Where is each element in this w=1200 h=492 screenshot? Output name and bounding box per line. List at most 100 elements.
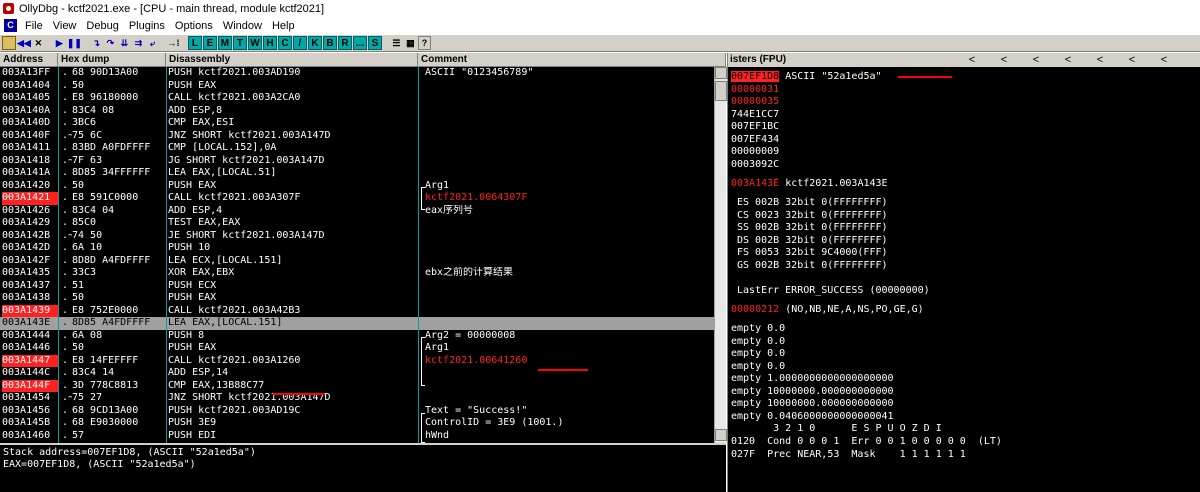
trace-into-icon[interactable]: ⇊ bbox=[118, 36, 131, 50]
menu-file[interactable]: File bbox=[21, 20, 49, 32]
disassembly-row[interactable]: 003A1429. 85C0 TEST EAX,EAX bbox=[0, 217, 714, 230]
register-edx[interactable]: 00000035 bbox=[731, 96, 779, 109]
fpu-control-word[interactable]: 027F Prec NEAR,53 Mask 1 1 1 1 1 1 bbox=[731, 449, 966, 462]
disassembly-row[interactable]: 003A1437. 51 PUSH ECX bbox=[0, 280, 714, 293]
register-ecx[interactable]: 00000031 bbox=[731, 84, 779, 97]
disassembly-row[interactable]: 003A140A. 83C4 08 ADD ESP,8 bbox=[0, 105, 714, 118]
restart-icon[interactable]: ◀◀ bbox=[17, 36, 31, 50]
menu-help[interactable]: Help bbox=[268, 20, 301, 32]
toolbar-handles-button[interactable]: H bbox=[262, 36, 277, 50]
step-into-icon[interactable]: ↴ bbox=[90, 36, 103, 50]
close-icon[interactable]: ✕ bbox=[32, 36, 45, 50]
disassembly-row[interactable]: 003A1446. 50 PUSH EAX Arg1 bbox=[0, 342, 714, 355]
fpu-register[interactable]: empty 0.0 bbox=[731, 361, 785, 374]
disassembly-scrollbar[interactable] bbox=[714, 67, 727, 443]
fpu-register[interactable]: empty 10000000.000000000000 bbox=[731, 386, 894, 399]
disassembly-row[interactable]: 003A142D. 6A 10 PUSH 10 bbox=[0, 242, 714, 255]
nav-arrow[interactable]: < bbox=[1148, 53, 1180, 67]
register-esp[interactable]: 007EF1BC bbox=[731, 121, 779, 134]
column-header-disassembly[interactable]: Disassembly bbox=[166, 53, 418, 67]
register-efl[interactable]: 00000212 (NO,NB,NE,A,NS,PO,GE,G) bbox=[731, 304, 924, 317]
pause-icon[interactable]: ❚❚ bbox=[67, 36, 82, 50]
fpu-register[interactable]: empty 1.0000000000000000000 bbox=[731, 373, 894, 386]
register-eip[interactable]: 003A143E kctf2021.003A143E bbox=[731, 178, 888, 191]
disassembly-row[interactable]: 003A141A. 8D85 34FFFFFF LEA EAX,[LOCAL.51] bbox=[0, 167, 714, 180]
disassembly-row[interactable]: 003A13FF. 68 90D13A00 PUSH kctf2021.003AD1… bbox=[0, 67, 714, 80]
scroll-thumb[interactable] bbox=[715, 81, 727, 101]
disassembly-row[interactable]: 003A1460. 57 PUSH EDI hWnd bbox=[0, 430, 714, 443]
disassembly-row[interactable]: 003A1426. 83C4 04 ADD ESP,4 eax序列号 bbox=[0, 205, 714, 218]
register-nav-arrows[interactable]: < < < < < < << bbox=[956, 53, 1200, 81]
segment-register[interactable]: SS 002B 32bit 0(FFFFFFFF) bbox=[737, 222, 888, 235]
register-ebx[interactable]: 744E1CC7 bbox=[731, 109, 779, 122]
disassembly-row[interactable]: 003A144C. 83C4 14 ADD ESP,14 bbox=[0, 367, 714, 380]
grid-icon[interactable]: ▦ bbox=[404, 36, 417, 50]
fpu-register[interactable]: empty 0.0 bbox=[731, 348, 785, 361]
last-error[interactable]: LastErr ERROR_SUCCESS (00000000) bbox=[737, 285, 930, 298]
scroll-up-arrow[interactable] bbox=[715, 67, 727, 79]
nav-arrow[interactable]: < bbox=[956, 67, 988, 81]
disassembly-row[interactable]: 003A1420. 50 PUSH EAX Arg1 bbox=[0, 180, 714, 193]
disassembly-row[interactable]: 003A1404. 50 PUSH EAX bbox=[0, 80, 714, 93]
nav-arrow[interactable]: < bbox=[988, 53, 1020, 67]
open-icon[interactable] bbox=[2, 36, 16, 50]
run-icon[interactable]: ▶ bbox=[53, 36, 66, 50]
column-header-hex-dump[interactable]: Hex dump bbox=[58, 53, 166, 67]
register-esi[interactable]: 00000009 bbox=[731, 146, 779, 159]
menu-window[interactable]: Window bbox=[219, 20, 268, 32]
toolbar-log-button[interactable]: L bbox=[187, 36, 202, 50]
menu-plugins[interactable]: Plugins bbox=[125, 20, 171, 32]
help-icon[interactable]: ? bbox=[417, 36, 431, 50]
nav-arrow[interactable]: < bbox=[1116, 53, 1148, 67]
column-header-address[interactable]: Address bbox=[0, 53, 58, 67]
fpu-register[interactable]: empty 0.0 bbox=[731, 336, 785, 349]
toolbar-windows-button[interactable]: W bbox=[247, 36, 262, 50]
disassembly-row[interactable]: 003A1435. 33C3 XOR EAX,EBX ebx之前的计算结果 bbox=[0, 267, 714, 280]
disassembly-row[interactable]: 003A1421. E8 591C0000 CALL kctf2021.003A30… bbox=[0, 192, 714, 205]
goto-icon[interactable]: →⁞ bbox=[167, 36, 180, 50]
register-ebp[interactable]: 007EF434 bbox=[731, 134, 779, 147]
disassembly-pane[interactable]: Address Hex dump Disassembly Comment 003… bbox=[0, 53, 727, 443]
toolbar-threads-button[interactable]: T bbox=[232, 36, 247, 50]
disassembly-row[interactable]: 003A1405. E8 96180000 CALL kctf2021.003A2C… bbox=[0, 92, 714, 105]
toolbar-source-button[interactable]: S bbox=[367, 36, 382, 50]
menu-debug[interactable]: Debug bbox=[82, 20, 124, 32]
fpu-register[interactable]: empty 0.0 bbox=[731, 323, 785, 336]
segment-register[interactable]: FS 0053 32bit 9C4000(FFF) bbox=[737, 247, 888, 260]
segment-register[interactable]: CS 0023 32bit 0(FFFFFFFF) bbox=[737, 210, 888, 223]
disassembly-row[interactable]: 003A1439. E8 752E0000 CALL kctf2021.003A42… bbox=[0, 304, 714, 317]
register-eax[interactable]: 007EF1D8 ASCII "52a1ed5a" bbox=[731, 71, 882, 84]
segment-register[interactable]: ES 002B 32bit 0(FFFFFFFF) bbox=[737, 197, 888, 210]
disassembly-row[interactable]: 003A1444. 6A 08 PUSH 8 Arg2 = 00000008 bbox=[0, 330, 714, 343]
toolbar-modules-button[interactable]: E bbox=[202, 36, 217, 50]
toolbar-breakpoints-button[interactable]: B bbox=[322, 36, 337, 50]
disassembly-row[interactable]: 003A1411. 83BD A0FDFFFF CMP [LOCAL.152],0A bbox=[0, 142, 714, 155]
fpu-register[interactable]: empty 0.0406000000000000041 bbox=[731, 411, 894, 424]
menu-view[interactable]: View bbox=[49, 20, 83, 32]
fpu-status-word[interactable]: 0120 Cond 0 0 0 1 Err 0 0 1 0 0 0 0 0 (L… bbox=[731, 436, 1002, 449]
nav-arrow[interactable]: < bbox=[1052, 53, 1084, 67]
disassembly-row[interactable]: 003A142B .~ 74 50 JE SHORT kctf2021.003A147… bbox=[0, 230, 714, 243]
list-icon[interactable]: ☰ bbox=[390, 36, 403, 50]
disassembly-row[interactable]: 003A145B. 68 E9030000 PUSH 3E9 ControlID = … bbox=[0, 417, 714, 430]
disassembly-row[interactable]: 003A1447. E8 14FEFFFF CALL kctf2021.003A12… bbox=[0, 354, 714, 367]
disassembly-row[interactable]: 003A1438. 50 PUSH EAX bbox=[0, 292, 714, 305]
trace-over-icon[interactable]: ⇉ bbox=[132, 36, 145, 50]
toolbar-references-button[interactable]: R bbox=[337, 36, 352, 50]
toolbar-runtrace-button[interactable]: ... bbox=[352, 36, 367, 50]
segment-register[interactable]: GS 002B 32bit 0(FFFFFFFF) bbox=[737, 260, 888, 273]
disassembly-row[interactable]: 003A143E. 8D85 A4FDFFFF LEA EAX,[LOCAL.151… bbox=[0, 317, 714, 330]
disassembly-row[interactable]: 003A1456. 68 9CD13A00 PUSH kctf2021.003AD1… bbox=[0, 405, 714, 418]
nav-arrow[interactable]: < bbox=[1084, 53, 1116, 67]
toolbar-patches-button[interactable]: / bbox=[292, 36, 307, 50]
column-header-comment[interactable]: Comment bbox=[418, 53, 726, 67]
disassembly-row[interactable]: 003A1418 .~ 7F 63 JG SHORT kctf2021.003A147… bbox=[0, 155, 714, 168]
scroll-down-arrow[interactable] bbox=[715, 429, 727, 441]
execute-till-return-icon[interactable]: ⤶ bbox=[146, 36, 159, 50]
nav-arrow[interactable]: < bbox=[1020, 53, 1052, 67]
menu-options[interactable]: Options bbox=[171, 20, 219, 32]
toolbar-memory-button[interactable]: M bbox=[217, 36, 232, 50]
toolbar-callstack-button[interactable]: K bbox=[307, 36, 322, 50]
disassembly-row[interactable]: 003A140F .~ 75 6C JNZ SHORT kctf2021.003A14… bbox=[0, 130, 714, 143]
fpu-register[interactable]: empty 10000000.000000000000 bbox=[731, 398, 894, 411]
